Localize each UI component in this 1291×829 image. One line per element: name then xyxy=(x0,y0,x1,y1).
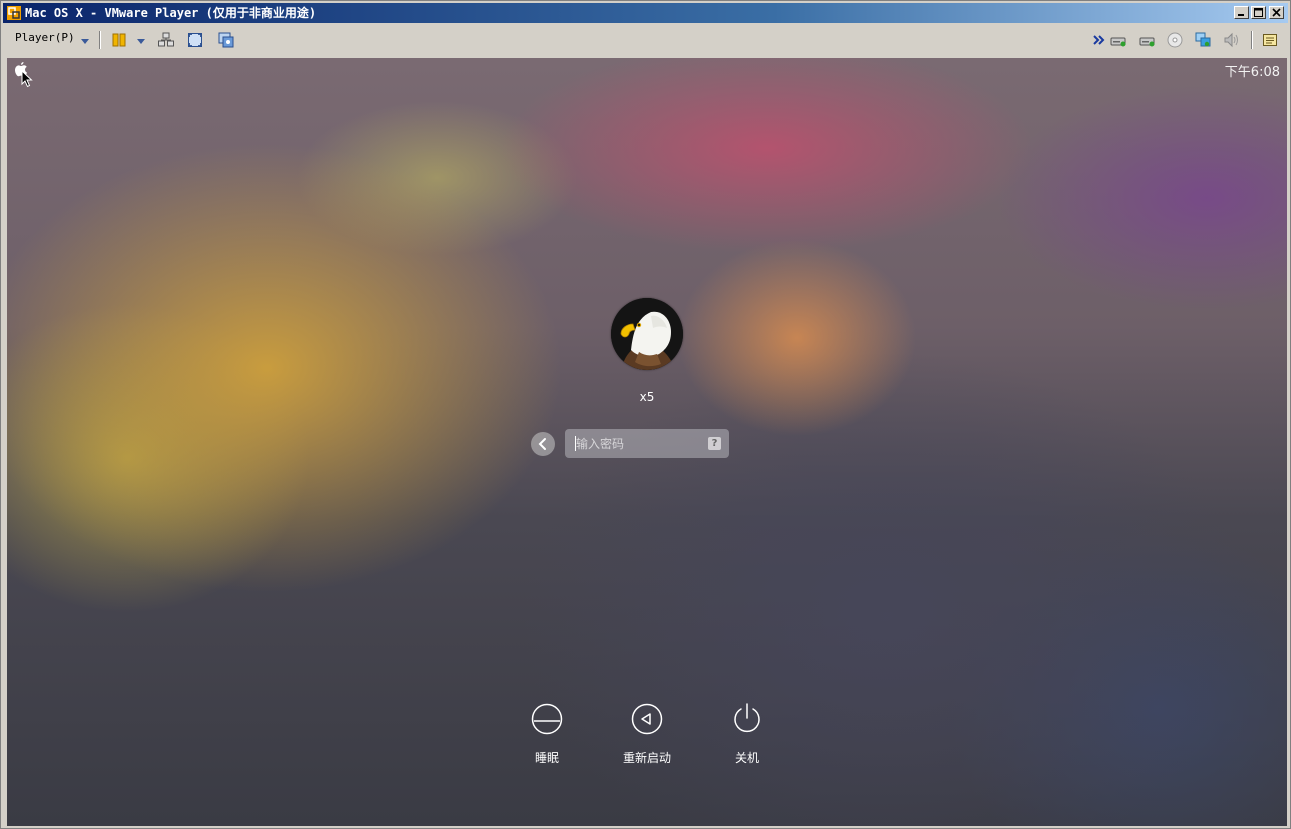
back-button[interactable] xyxy=(531,432,555,456)
vmware-player-window: Mac OS X - VMware Player (仅用于非商业用途) Play… xyxy=(0,0,1291,829)
username-label: x5 xyxy=(639,390,655,404)
vmware-app-icon xyxy=(7,6,21,20)
mouse-cursor-icon xyxy=(21,70,33,88)
player-menu[interactable]: Player(P) xyxy=(15,31,75,44)
sleep-button[interactable]: 睡眠 xyxy=(507,703,587,766)
shutdown-label: 关机 xyxy=(734,751,759,765)
password-field[interactable]: 输入密码 ? xyxy=(565,429,729,458)
pause-icon[interactable] xyxy=(111,32,127,48)
chevron-left-icon xyxy=(538,438,546,450)
pause-dropdown-icon[interactable] xyxy=(137,39,145,44)
sound-card-icon[interactable] xyxy=(1223,32,1239,48)
hard-disk-2-icon[interactable] xyxy=(1139,32,1155,48)
vm-screen[interactable]: 下午6:08 x5 输入密码 ? 睡眠 重新启动 关机 xyxy=(7,58,1287,826)
password-placeholder: 输入密码 xyxy=(576,437,625,451)
player-menu-dropdown-icon[interactable] xyxy=(81,39,89,44)
player-toolbar: Player(P) xyxy=(3,24,1288,56)
cd-rom-icon[interactable] xyxy=(1167,32,1183,48)
password-hint-button[interactable]: ? xyxy=(708,437,721,450)
more-chevron-icon[interactable] xyxy=(1091,32,1107,48)
toolbar-separator xyxy=(99,31,101,49)
menu-bar-clock[interactable]: 下午6:08 xyxy=(1225,61,1280,80)
restart-icon xyxy=(631,703,663,735)
maximize-button[interactable] xyxy=(1251,6,1266,19)
eagle-avatar-image xyxy=(611,298,683,370)
close-icon xyxy=(1272,8,1281,17)
user-avatar[interactable] xyxy=(611,298,683,370)
sleep-icon xyxy=(531,703,563,735)
maximize-icon xyxy=(1254,8,1263,17)
restart-button[interactable]: 重新启动 xyxy=(607,703,687,766)
window-title: Mac OS X - VMware Player (仅用于非商业用途) xyxy=(25,6,317,20)
shutdown-icon xyxy=(734,703,760,733)
shutdown-button[interactable]: 关机 xyxy=(707,703,787,766)
fullscreen-icon[interactable] xyxy=(187,32,203,48)
message-log-icon[interactable] xyxy=(1262,32,1278,48)
send-ctrl-alt-del-icon[interactable] xyxy=(158,32,174,48)
restart-label: 重新启动 xyxy=(622,751,671,765)
close-button[interactable] xyxy=(1269,6,1284,19)
hard-disk-icon[interactable] xyxy=(1110,32,1126,48)
minimize-button[interactable] xyxy=(1234,6,1249,19)
sleep-label: 睡眠 xyxy=(534,751,559,765)
network-adapter-icon[interactable] xyxy=(1195,32,1211,48)
minimize-icon xyxy=(1238,14,1244,16)
unity-icon[interactable] xyxy=(218,32,234,48)
toolbar-separator-right xyxy=(1251,31,1253,49)
title-bar[interactable]: Mac OS X - VMware Player (仅用于非商业用途) xyxy=(3,3,1288,23)
